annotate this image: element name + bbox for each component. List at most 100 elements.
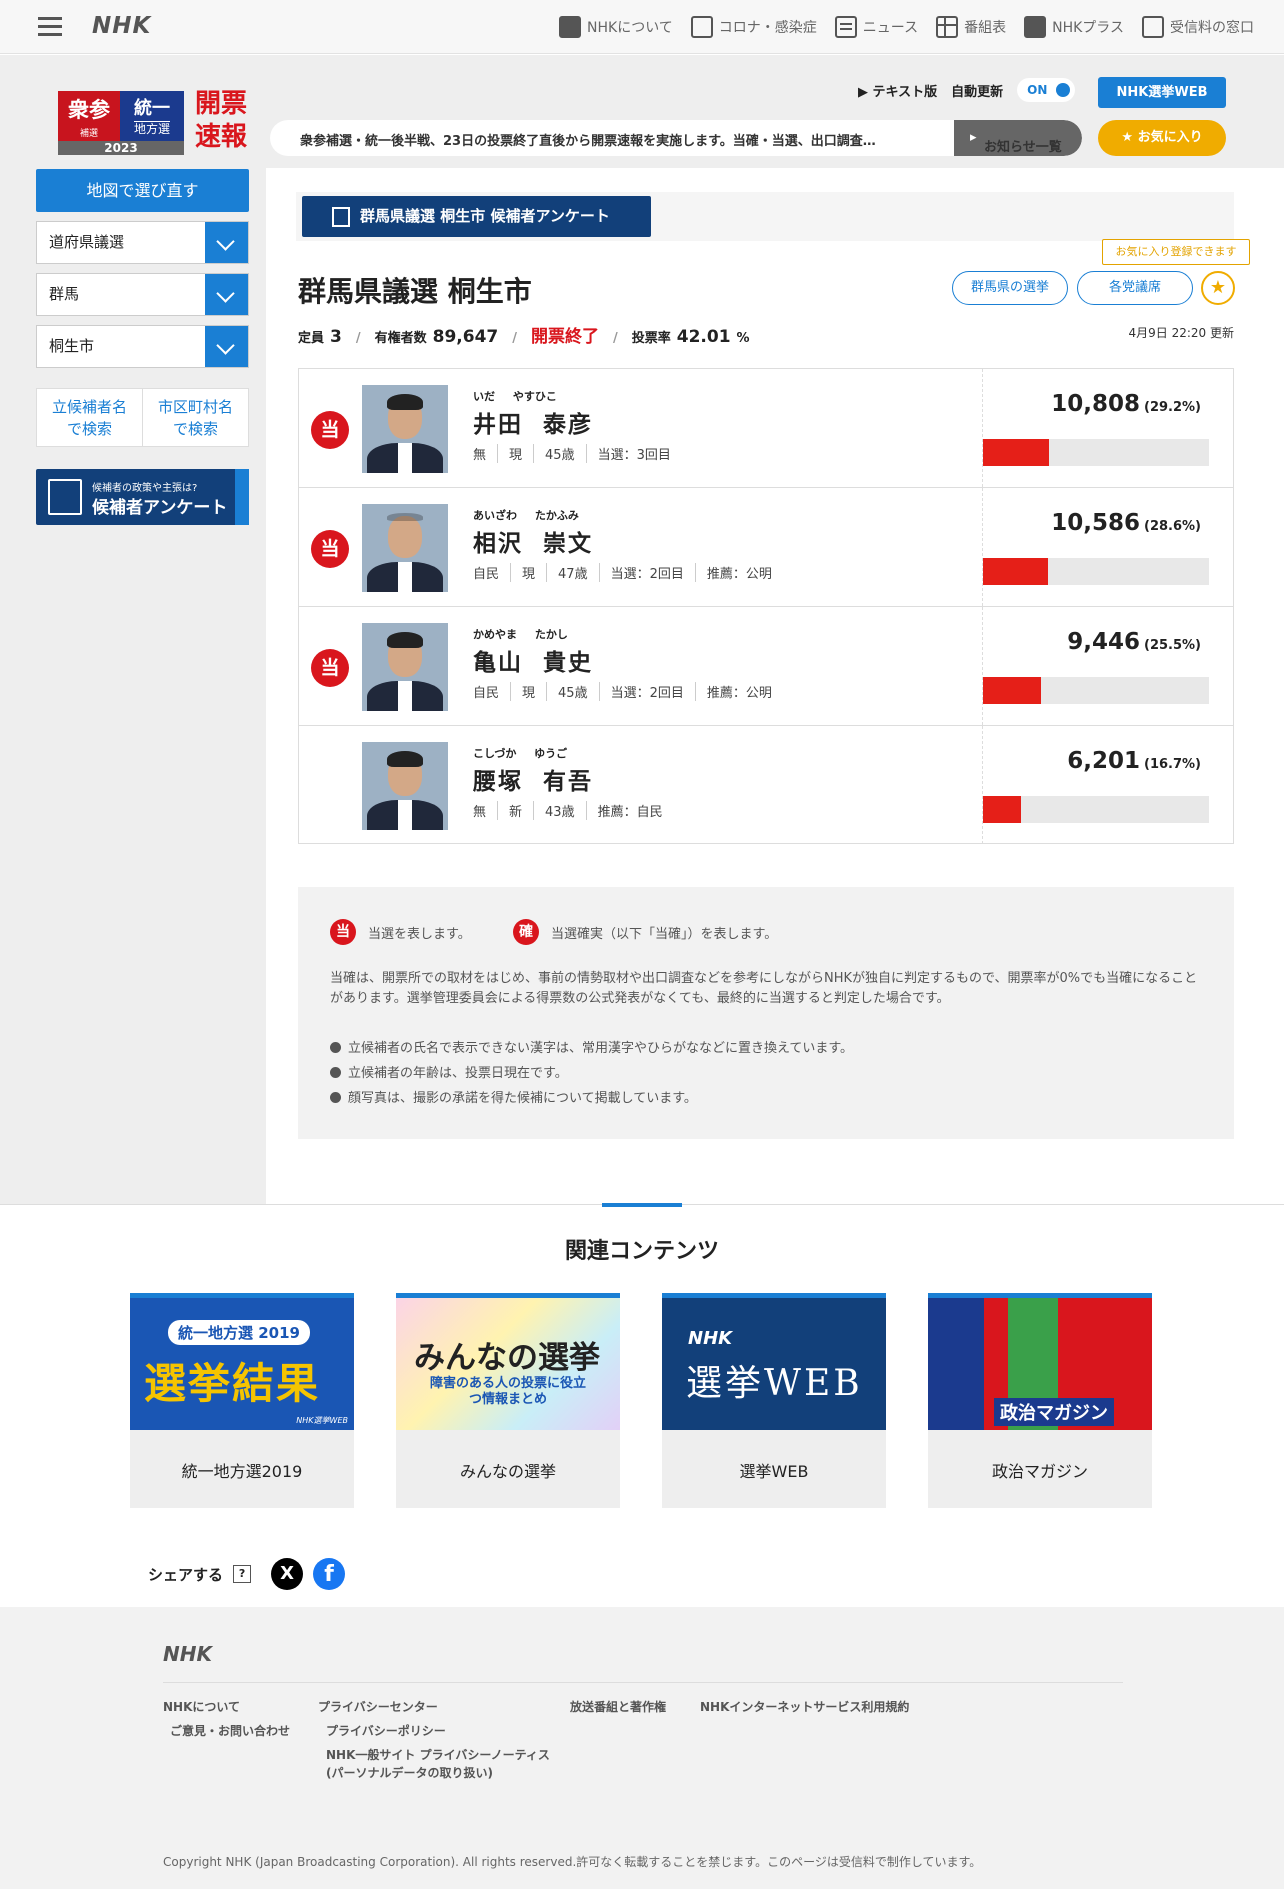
nav-nhkplus[interactable]: NHKプラス [1024,16,1124,38]
brand-left-big: 衆参 [68,98,110,122]
divider: / [355,331,361,346]
election-logo[interactable]: 衆参 補選 統一 地方選 2023 [58,91,184,155]
seats-value: 3 [330,327,342,347]
x-share-icon[interactable]: X [271,1558,304,1590]
news-ticker[interactable]: 衆参補選・統一後半戦、23日の投票終了直後から開票速報を実施します。当確・当選、… [270,120,1082,156]
candidate-row[interactable]: こしづか ゆうご 腰塚 有吾 無新 43歳 推薦：自民 6,201 (16.7%) [299,726,1233,845]
vote-bar [983,796,1209,823]
vote-cell: 10,586 (28.6%) [982,488,1233,606]
voters-label: 有権者数 [374,331,427,346]
voters-value: 89,647 [432,327,499,347]
survey-banner-sub: 候補者の政策や主張は? [92,483,198,494]
vote-share: (16.7%) [1144,757,1201,772]
footer-link-terms[interactable]: NHKインターネットサービス利用規約 [700,1698,909,1716]
party: 自民 [473,686,500,701]
party-seats-button[interactable]: 各党議席 [1077,271,1193,305]
candidate-photo [362,623,448,711]
footer-link-privacy-notice[interactable]: NHK一般サイト プライバシーノーティス [326,1746,550,1764]
card-label: みんなの選挙 [459,1462,556,1481]
related-card-magazine[interactable]: 政治マガジン 政治マガジン [928,1293,1152,1508]
text-version-link[interactable]: ▶ テキスト版 [858,81,937,100]
footer-link-contact[interactable]: ご意見・お問い合わせ [170,1722,290,1740]
election-type-select[interactable]: 道府県議選 [36,221,249,264]
nav-receiving-fee[interactable]: 受信料の窓口 [1142,16,1254,38]
nav-schedule[interactable]: 番組表 [936,16,1006,38]
footer-link-privacy-center[interactable]: プライバシーセンター [318,1698,438,1716]
auto-update-label: 自動更新 [951,84,1004,100]
nav-about[interactable]: NHKについて [559,16,673,38]
candidate-survey-button[interactable]: 群馬県議選 桐生市 候補者アンケート [302,196,651,237]
confirmed-mark: 確 [513,919,539,945]
chevron-down-icon [205,222,248,263]
nav-news[interactable]: ニュース [834,16,918,38]
footer-link-privacy-policy[interactable]: プライバシーポリシー [326,1722,446,1740]
news-list-button[interactable]: ▸ お知らせ一覧 [954,120,1082,156]
party: 無 [473,805,487,820]
menu-icon[interactable] [38,17,62,37]
party: 無 [473,448,487,463]
footer-link-about[interactable]: NHKについて [163,1698,240,1716]
card-image-sub: 障害のある人の投票に役立つ情報まとめ [429,1376,586,1407]
search-city-line1: 市区町村名 [157,398,233,416]
nhk-icon [559,16,582,38]
card-image-title: 選挙結果 [144,1359,321,1408]
footer-link-personal-data[interactable]: (パーソナルデータの取り扱い) [326,1764,493,1782]
candidate-row[interactable]: 当 あいざわ たかふみ 相沢 崇文 自民現 47歳 当選：2回目 推薦：公明 10,5… [299,488,1233,607]
vote-bar-fill [983,796,1021,823]
city-select[interactable]: 桐生市 [36,325,249,368]
top-controls: ▶ テキスト版 自動更新 ON [858,78,1076,102]
city-value: 桐生市 [49,337,95,355]
footer-link-copyright[interactable]: 放送番組と著作権 [570,1698,666,1716]
seats-label: 定員 [298,331,325,346]
vote-bar-fill [983,439,1049,466]
election-web-button[interactable]: NHK選挙WEB [1098,77,1226,108]
party: 自民 [473,567,500,582]
auto-update-toggle[interactable]: ON [1017,78,1076,102]
prefecture-select[interactable]: 群馬 [36,273,249,316]
vote-bar [983,558,1209,585]
candidate-name: 相沢 崇文 [473,531,594,557]
age: 47歳 [546,563,599,582]
related-card-web[interactable]: NHK 選挙WEB 選挙WEB [662,1293,886,1508]
card-image: みんなの選挙 障害のある人の投票に役立つ情報まとめ [396,1298,620,1430]
vote-share: (28.6%) [1144,519,1201,534]
news-icon [834,16,857,38]
card-image: NHK 選挙WEB [662,1298,886,1430]
search-by-candidate[interactable]: 立候補者名 で検索 [37,389,142,446]
card-image-title: 政治マガジン [994,1398,1114,1426]
related-card-minna[interactable]: みんなの選挙 障害のある人の投票に役立つ情報まとめ みんなの選挙 [396,1293,620,1508]
share-label: シェアする [148,1565,224,1584]
status: 新 [497,801,533,820]
favorite-label: お気に入り [1137,130,1203,145]
nhk-logo[interactable]: NHK [92,13,151,39]
prefecture-elections-button[interactable]: 群馬県の選挙 [952,271,1068,305]
candidate-meta: 無新 43歳 推薦：自民 [473,801,674,820]
vote-cell: 9,446 (25.5%) [982,607,1233,725]
card-image-badge: 統一地方選 2019 [168,1320,310,1345]
footer-logo[interactable]: NHK [163,1642,212,1666]
candidate-kana: かめやま たかし [473,628,568,641]
star-icon[interactable]: ★ [1201,271,1235,305]
candidate-kana: こしづか ゆうご [473,747,568,760]
map-reselect-button[interactable]: 地図で選び直す [36,169,249,212]
terms: 当選：3回目 [585,444,682,463]
related-card-2019[interactable]: 統一地方選 2019 選挙結果 NHK選挙WEB 統一地方選2019 [130,1293,354,1508]
search-by-city[interactable]: 市区町村名 で検索 [142,389,248,446]
candidate-name: 井田 泰彦 [473,412,594,438]
card-image-title: 選挙WEB [686,1363,863,1404]
note-bullet: 立候補者の氏名で表示できない漢字は、常用漢字やひらがななどに置き換えています。 [330,1037,853,1056]
turnout-label: 投票率 [631,331,671,346]
favorite-button[interactable]: ★ お気に入り [1098,120,1226,156]
help-icon[interactable]: ? [233,1565,252,1583]
search-city-line2: で検索 [172,420,218,438]
candidate-survey-banner[interactable]: 候補者の政策や主張は? 候補者アンケート [36,469,249,525]
facebook-share-icon[interactable]: f [313,1558,346,1590]
terms: 当選：2回目 [598,682,695,701]
card-image-badge: NHK [688,1328,733,1349]
candidate-row[interactable]: 当 かめやま たかし 亀山 貴史 自民現 45歳 当選：2回目 推薦：公明 9,446… [299,607,1233,726]
nav-corona[interactable]: コロナ・感染症 [690,16,817,38]
candidate-row[interactable]: 当 いだ やすひこ 井田 泰彦 無現 45歳 当選：3回目 10,808 (29.2%… [299,369,1233,488]
candidate-photo [362,385,448,473]
elected-legend-text: 当選を表します。 [368,926,471,942]
notes-paragraph: 当確は、開票所での取材をはじめ、事前の情勢取材や出口調査などを参考にしながらNH… [330,971,1198,1006]
